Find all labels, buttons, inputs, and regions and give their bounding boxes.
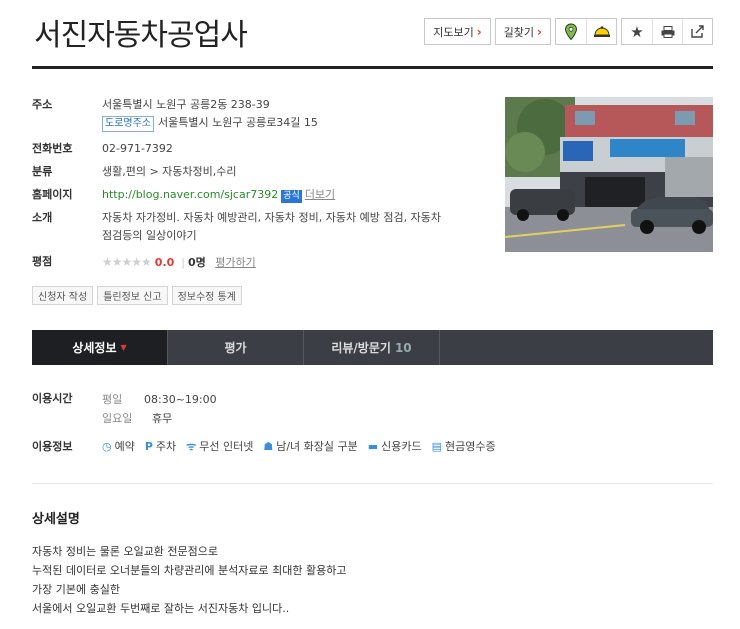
chevron-right-icon: ›: [476, 24, 482, 39]
top-actions: 지도보기 › 길찾기 › ★: [424, 18, 713, 45]
place-photo[interactable]: [505, 97, 713, 252]
facility-label: 남/녀 화장실 구분: [276, 440, 358, 453]
description-body: 자동차 정비는 물론 오일교환 전문점으로 누적된 데이터로 오너분들의 차량관…: [32, 542, 346, 618]
road-address-tag: 도로명주소: [102, 116, 154, 132]
phone-row: 전화번호 02-971-7392: [32, 140, 173, 158]
rating-label: 평점: [32, 255, 53, 268]
address-row: 주소 서울특별시 노원구 공릉2동 238-39 도로명주소 서울특별시 노원구 …: [32, 96, 318, 132]
official-badge: 공식: [281, 190, 302, 203]
page-title: 서진자동차공업사: [34, 18, 248, 53]
address-value: 서울특별시 노원구 공릉2동 238-39: [102, 98, 270, 111]
rating-score: 0.0: [154, 256, 175, 269]
facility-item: P 주차: [145, 438, 176, 454]
sunday-hours: 휴무: [152, 412, 173, 425]
tab-bar: 상세정보 ▼ 평가 리뷰/방문기 10: [32, 330, 713, 365]
description-line: 자동차 정비는 물론 오일교환 전문점으로: [32, 545, 219, 558]
star-icon: ★: [630, 22, 644, 41]
share-icon: [690, 25, 704, 38]
description-title: 상세설명: [32, 512, 80, 527]
weekday-hours: 08:30~19:00: [144, 393, 217, 406]
phone-label: 전화번호: [32, 142, 73, 155]
map-view-button[interactable]: 지도보기 ›: [424, 18, 491, 45]
caret-down-icon: ▼: [120, 343, 127, 352]
category-label: 분류: [32, 165, 53, 178]
restroom-icon: ☗: [263, 439, 274, 453]
homepage-link[interactable]: http://blog.naver.com/sjcar7392: [102, 188, 278, 201]
restaurant-button[interactable]: [586, 19, 616, 44]
tool-icon-group: ★: [621, 18, 713, 45]
facility-label: 신용카드: [381, 440, 422, 453]
credit-card-icon: ▬: [367, 439, 379, 453]
weekday-label: 평일: [102, 393, 123, 406]
section-divider: [32, 483, 713, 484]
road-address-value: 서울특별시 노원구 공릉로34길 15: [158, 116, 318, 129]
tab-details[interactable]: 상세정보 ▼: [32, 330, 168, 365]
tab-rating[interactable]: 평가: [168, 330, 304, 365]
tab-rating-label: 평가: [224, 341, 247, 355]
tab-reviews[interactable]: 리뷰/방문기 10: [304, 330, 440, 365]
facility-label: 주차: [155, 440, 177, 453]
print-button[interactable]: [652, 19, 682, 44]
facility-label: 예약: [114, 440, 135, 453]
facility-item: ▬ 신용카드: [368, 438, 422, 454]
facility-item: ▤ 현금영수증: [432, 438, 496, 454]
facility-item: ◷ 예약: [102, 438, 135, 454]
favorite-button[interactable]: ★: [622, 19, 652, 44]
print-icon: [661, 25, 674, 38]
tab-reviews-label: 리뷰/방문기: [331, 341, 391, 355]
rating-stars: ★★★★★: [102, 255, 152, 269]
more-link[interactable]: 더보기: [305, 188, 335, 201]
share-button[interactable]: [682, 19, 712, 44]
clock-icon: ◷: [102, 439, 112, 453]
wifi-icon: ᯤ: [186, 439, 197, 453]
hours-label: 이용시간: [32, 392, 73, 405]
rating-row: 평점 ★★★★★ 0.0 | 0명 평가하기: [32, 253, 256, 272]
description-line: 누적된 데이터로 오너분들의 차량관리에 분석자료로 최대한 활용하고: [32, 564, 347, 577]
facility-item: ☗ 남/녀 화장실 구분: [263, 438, 357, 454]
report-wrong-info-button[interactable]: 틀린정보 신고: [97, 286, 168, 305]
map-pin-button[interactable]: [556, 19, 586, 44]
category-row: 분류 생활,편의 > 자동차정비,수리: [32, 163, 237, 181]
rating-count: 0명: [188, 256, 206, 269]
facilities-label: 이용정보: [32, 440, 73, 453]
intro-line: 점검등의 일상이야기: [102, 229, 197, 242]
category-value: 생활,편의 > 자동차정비,수리: [102, 165, 237, 178]
intro-row: 소개 자동차 자가정비. 자동차 예방관리, 자동차 정비, 자동차 예방 점검…: [32, 209, 492, 245]
intro-label: 소개: [32, 211, 53, 224]
homepage-label: 홈페이지: [32, 188, 73, 201]
parking-icon: P: [144, 439, 153, 453]
place-icon-group: [555, 18, 617, 45]
tab-reviews-count: 10: [394, 340, 412, 355]
usage-section: 이용시간 평일 08:30~19:00 일요일 휴무 이용정보 ◷ 예약 P 주차 ᯤ무…: [32, 390, 506, 454]
directions-label: 길찾기: [503, 25, 535, 39]
facility-label: 현금영수증: [445, 440, 496, 453]
chevron-right-icon: ›: [537, 24, 542, 39]
rate-link[interactable]: 평가하기: [215, 256, 255, 269]
description-line: 서울에서 오일교환 두번째로 잘하는 서진자동차 입니다..: [32, 602, 290, 615]
storefront-image: [505, 97, 713, 252]
sunday-hours-row: 일요일 휴무: [102, 409, 217, 428]
directions-button[interactable]: 길찾기 ›: [494, 18, 551, 45]
facility-label: 무선 인터넷: [199, 440, 254, 453]
map-pin-icon: [564, 22, 578, 40]
description-line: 가장 기본에 충실한: [32, 583, 120, 596]
sunday-label: 일요일: [102, 412, 133, 425]
weekday-hours-row: 평일 08:30~19:00: [102, 390, 217, 409]
map-view-label: 지도보기: [433, 25, 474, 39]
intro-line: 자동차 자가정비. 자동차 예방관리, 자동차 정비, 자동차 예방 점검, 자…: [102, 211, 441, 224]
facilities-list: ◷ 예약 P 주차 ᯤ 무선 인터넷 ☗ 남/녀 화장실 구분 ▬ 신용카드 ▤ 현금영수증: [102, 438, 506, 454]
tab-details-label: 상세정보: [72, 341, 117, 355]
facility-item: ᯤ 무선 인터넷: [186, 438, 253, 454]
road-address: 도로명주소 서울특별시 노원구 공릉로34길 15: [102, 114, 318, 132]
title-divider: [32, 66, 713, 69]
phone-value[interactable]: 02-971-7392: [102, 140, 173, 158]
info-report-buttons: 신청자 작성 틀린정보 신고 정보수정 통계: [32, 286, 242, 305]
edit-stats-button[interactable]: 정보수정 통계: [171, 286, 242, 305]
cloche-icon: [593, 25, 610, 37]
registrant-button[interactable]: 신청자 작성: [32, 286, 94, 305]
receipt-icon: ▤: [431, 439, 443, 453]
homepage-row: 홈페이지 http://blog.naver.com/sjcar7392 공식 더보…: [32, 186, 335, 204]
address-label: 주소: [32, 98, 53, 111]
